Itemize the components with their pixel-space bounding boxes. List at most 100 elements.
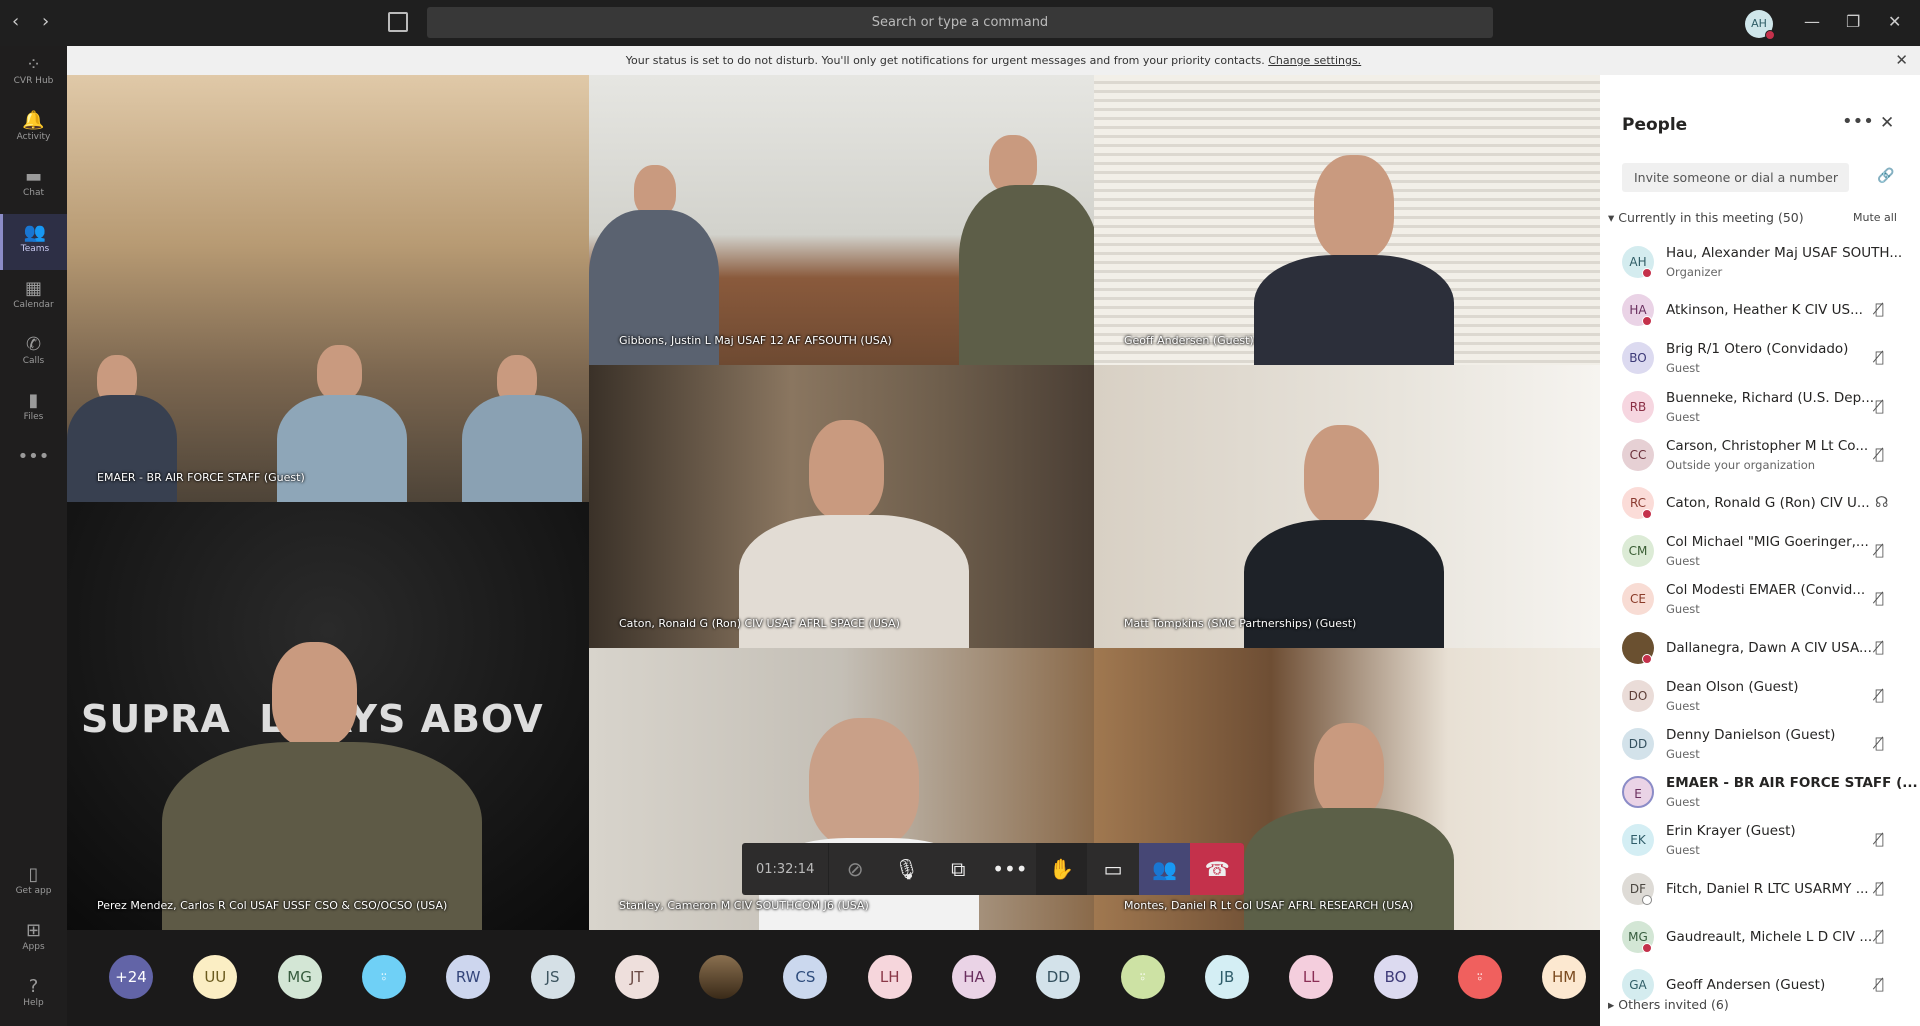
mute-all-button[interactable]: Mute all bbox=[1853, 211, 1897, 224]
rail-item-teams[interactable]: 👥 Teams bbox=[0, 214, 67, 270]
mic-muted-icon[interactable]: 🎙̸ bbox=[1875, 830, 1884, 848]
rail-item-activity[interactable]: 🔔 Activity bbox=[0, 102, 67, 158]
new-chat-icon[interactable] bbox=[388, 12, 408, 32]
participant-row[interactable]: DD Denny Danielson (Guest) Guest 🎙̸ bbox=[1600, 720, 1920, 768]
participant-row[interactable]: RC Caton, Ronald G (Ron) CIV U... ☊ bbox=[1600, 479, 1920, 527]
restore-button[interactable]: ❐ bbox=[1846, 12, 1860, 31]
participant-avatar[interactable]: JB bbox=[1204, 955, 1249, 999]
back-button[interactable]: ‹ bbox=[12, 11, 19, 32]
mic-muted-icon[interactable]: 🎙̸ bbox=[1875, 879, 1884, 897]
avatar: CE bbox=[1622, 583, 1654, 616]
close-icon[interactable]: ✕ bbox=[1880, 113, 1894, 133]
participant-avatar-person-icon[interactable]: ⍤ bbox=[1457, 955, 1502, 999]
close-icon[interactable]: ✕ bbox=[1895, 46, 1908, 75]
video-tile[interactable]: SUPRA LWAYS ABOV Perez Mendez, Carlos R … bbox=[67, 502, 589, 930]
user-avatar[interactable]: AH bbox=[1745, 10, 1775, 40]
video-tile[interactable]: EMAER - BR AIR FORCE STAFF (Guest) bbox=[67, 75, 589, 502]
participant-avatar-person-icon[interactable]: ⍤ bbox=[361, 955, 406, 999]
participant-row[interactable]: CM Col Michael "MIG Goeringer,... Guest 🎙̸ bbox=[1600, 527, 1920, 575]
participant-name: Caton, Ronald G (Ron) CIV USAF AFRL SPAC… bbox=[619, 617, 900, 630]
camera-off-button[interactable]: ⊘ bbox=[829, 843, 881, 895]
mic-muted-icon[interactable]: 🎙̸ bbox=[1875, 734, 1884, 752]
rail-label: Help bbox=[23, 998, 44, 1008]
participant-avatar[interactable]: JS bbox=[530, 955, 575, 999]
mic-muted-icon[interactable]: 🎙̸ bbox=[1875, 927, 1884, 945]
invite-input[interactable]: Invite someone or dial a number bbox=[1622, 163, 1849, 192]
mic-muted-icon[interactable]: 🎙̸ bbox=[1875, 541, 1884, 559]
more-participants-button[interactable]: +24 bbox=[109, 955, 153, 999]
mic-muted-icon[interactable]: 🎙̸ bbox=[1875, 638, 1884, 656]
participant-row[interactable]: EK Erin Krayer (Guest) Guest 🎙̸ bbox=[1600, 816, 1920, 864]
participant-avatar[interactable]: CS bbox=[783, 955, 828, 999]
mic-muted-icon[interactable]: 🎙̸ bbox=[1875, 686, 1884, 704]
mic-muted-icon[interactable]: 🎙̸ bbox=[1875, 300, 1884, 318]
microphone-button[interactable]: 🎙 bbox=[881, 843, 933, 895]
speaking-icon[interactable]: ☊ bbox=[1875, 493, 1888, 511]
mic-muted-icon[interactable]: 🎙̸ bbox=[1875, 348, 1884, 366]
participant-avatar[interactable]: HA bbox=[952, 955, 996, 999]
change-settings-link[interactable]: Change settings. bbox=[1268, 54, 1361, 67]
participant-row[interactable]: RB Buenneke, Richard (U.S. Dep... Guest 🎙̸ bbox=[1600, 383, 1920, 431]
minimize-button[interactable]: — bbox=[1804, 12, 1820, 31]
participant-row[interactable]: DF Fitch, Daniel R LTC USARMY ... 🎙̸ bbox=[1600, 865, 1920, 913]
mic-muted-icon[interactable]: 🎙̸ bbox=[1875, 445, 1884, 463]
video-tile[interactable]: Caton, Ronald G (Ron) CIV USAF AFRL SPAC… bbox=[589, 365, 1094, 648]
participant-avatar[interactable]: BO bbox=[1373, 955, 1418, 999]
rail-item-chat[interactable]: ▬ Chat bbox=[0, 158, 67, 214]
participant-avatar[interactable]: UU bbox=[193, 955, 238, 999]
participant-row[interactable]: CE Col Modesti EMAER (Convid... Guest 🎙̸ bbox=[1600, 575, 1920, 623]
participant-avatar[interactable]: LL bbox=[1289, 955, 1334, 999]
share-screen-button[interactable]: ⧉ bbox=[933, 843, 985, 895]
rail-item-help[interactable]: ? Help bbox=[0, 968, 67, 1024]
video-tile[interactable]: Gibbons, Justin L Maj USAF 12 AF AFSOUTH… bbox=[589, 75, 1094, 365]
participant-avatar[interactable] bbox=[699, 955, 744, 999]
rail-item-files[interactable]: ▮ Files bbox=[0, 382, 67, 438]
mic-muted-icon[interactable]: 🎙̸ bbox=[1875, 589, 1884, 607]
participant-row[interactable]: Dallanegra, Dawn A CIV USA... 🎙̸ bbox=[1600, 624, 1920, 672]
avatar-initials: DD bbox=[1046, 968, 1070, 986]
rail-item-calls[interactable]: ✆ Calls bbox=[0, 326, 67, 382]
participant-row[interactable]: BO Brig R/1 Otero (Convidado) Guest 🎙̸ bbox=[1600, 334, 1920, 382]
rail-item-calendar[interactable]: ▦ Calendar bbox=[0, 270, 67, 326]
search-input[interactable]: Search or type a command bbox=[427, 7, 1493, 38]
rail-item-cvr-hub[interactable]: ⁘ CVR Hub bbox=[0, 46, 67, 102]
participant-avatar[interactable]: RW bbox=[446, 955, 491, 999]
mic-muted-icon[interactable]: 🎙̸ bbox=[1875, 397, 1884, 415]
participant-avatar[interactable]: DD bbox=[1036, 955, 1081, 999]
participants-button[interactable]: 👥 bbox=[1138, 843, 1191, 895]
rail-label: Calendar bbox=[13, 300, 54, 310]
participant-avatar[interactable]: HM bbox=[1542, 955, 1587, 999]
participant-avatar[interactable]: LH bbox=[867, 955, 912, 999]
avatar-initials: DO bbox=[1628, 688, 1648, 703]
mic-muted-icon[interactable]: 🎙̸ bbox=[1875, 975, 1884, 993]
participant-row[interactable]: E EMAER - BR AIR FORCE STAFF (... Guest bbox=[1600, 768, 1920, 816]
video-tile[interactable]: Geoff Andersen (Guest) bbox=[1094, 75, 1600, 365]
participant-row[interactable]: AH Hau, Alexander Maj USAF SOUTH... Organi… bbox=[1600, 238, 1920, 286]
participant-avatar[interactable]: JT bbox=[614, 955, 659, 999]
hang-up-button[interactable]: ☎ bbox=[1190, 843, 1244, 895]
rail-item-more[interactable]: ••• bbox=[0, 438, 67, 494]
participant-role: Guest bbox=[1666, 361, 1700, 376]
rail-item-apps[interactable]: ⊞ Apps bbox=[0, 912, 67, 968]
video-tile[interactable]: Matt Tompkins (SMC Partnerships) (Guest) bbox=[1094, 365, 1600, 648]
more-options-icon[interactable]: ••• bbox=[1842, 111, 1874, 132]
participant-row[interactable]: HA Atkinson, Heather K CIV US... 🎙̸ bbox=[1600, 286, 1920, 334]
participant-row[interactable]: MG Gaudreault, Michele L D CIV ... 🎙̸ bbox=[1600, 913, 1920, 961]
chat-button[interactable]: ▭ bbox=[1087, 843, 1139, 895]
others-invited-toggle[interactable]: ▸ Others invited (6) bbox=[1608, 997, 1729, 1012]
avatar-initials: CE bbox=[1630, 592, 1646, 607]
participant-avatar-person-icon[interactable]: ⍤ bbox=[1120, 955, 1165, 999]
avatar-initials: HA bbox=[1629, 303, 1647, 318]
share-link-icon[interactable]: 🔗 bbox=[1877, 168, 1894, 184]
close-window-button[interactable]: ✕ bbox=[1888, 12, 1901, 31]
raise-hand-button[interactable]: ✋ bbox=[1035, 843, 1088, 895]
rail-item-get-app[interactable]: ▯ Get app bbox=[0, 856, 67, 912]
participant-row[interactable]: DO Dean Olson (Guest) Guest 🎙̸ bbox=[1600, 672, 1920, 720]
participant-avatar[interactable]: MG bbox=[277, 955, 322, 999]
dnd-status-icon bbox=[1642, 268, 1652, 278]
participant-row[interactable]: CC Carson, Christopher M Lt Co... Outside … bbox=[1600, 431, 1920, 479]
meeting-section-toggle[interactable]: ▾ Currently in this meeting (50) bbox=[1608, 210, 1804, 225]
more-actions-button[interactable]: ••• bbox=[984, 843, 1036, 895]
avatar-initials: DD bbox=[1628, 737, 1648, 751]
forward-button[interactable]: › bbox=[42, 11, 49, 32]
